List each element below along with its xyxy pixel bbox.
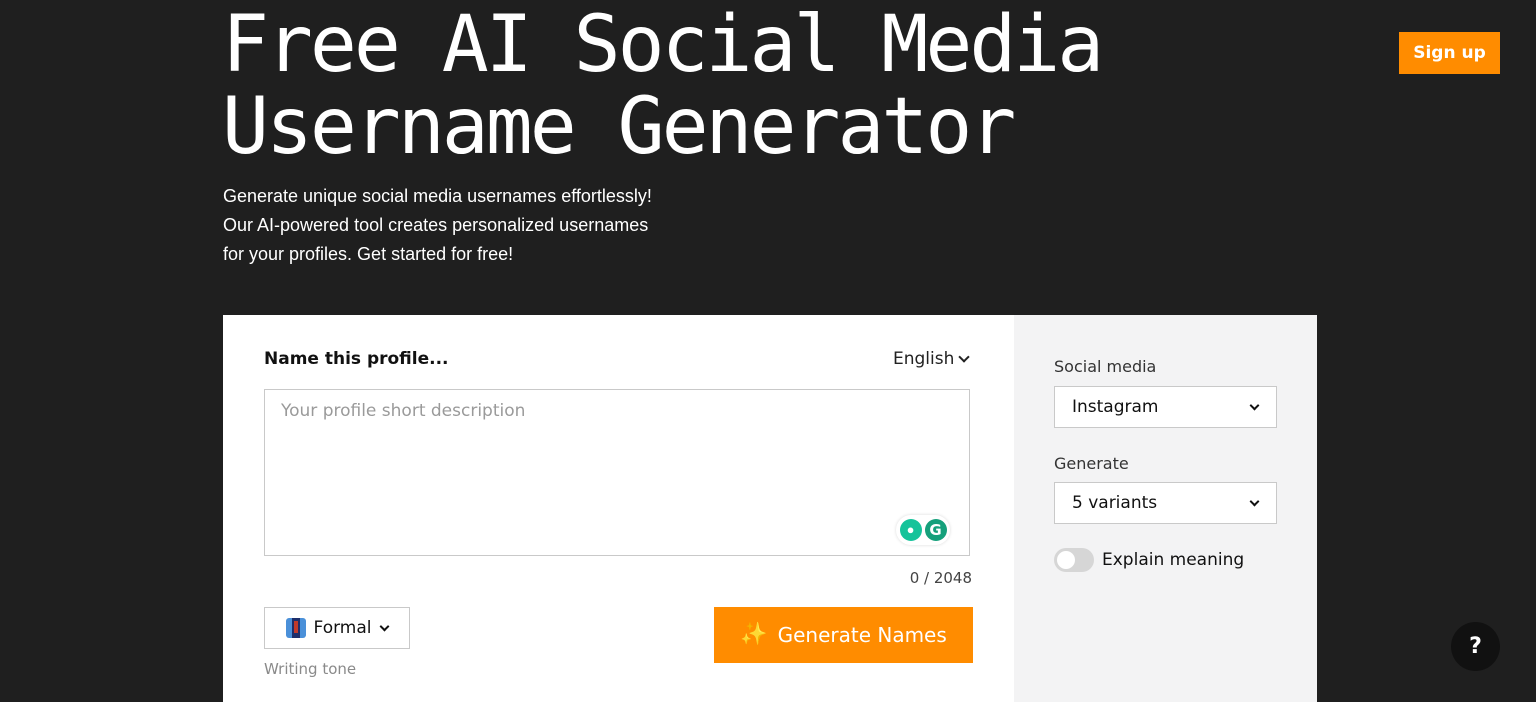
- char-counter: 0 / 2048: [909, 569, 972, 587]
- social-media-select[interactable]: Instagram: [1054, 386, 1277, 428]
- subtitle-line1: Generate unique social media usernames e…: [223, 186, 652, 206]
- variants-label: Generate: [1054, 454, 1129, 473]
- necktie-icon: [285, 618, 306, 638]
- chevron-down-icon: [958, 351, 971, 363]
- social-media-label: Social media: [1054, 357, 1157, 376]
- explain-meaning-row: Explain meaning: [1054, 548, 1244, 572]
- social-media-value: Instagram: [1072, 397, 1159, 417]
- explain-meaning-label: Explain meaning: [1102, 550, 1245, 570]
- generate-names-button[interactable]: ✨ Generate Names: [714, 607, 973, 663]
- generator-main-panel: Name this profile... English ● G 0 / 204…: [223, 315, 1014, 702]
- signup-button[interactable]: Sign up: [1399, 32, 1500, 74]
- options-panel: Social media Instagram Generate 5 varian…: [1014, 315, 1317, 702]
- writing-tone-select[interactable]: Formal: [264, 607, 410, 649]
- generator-card: Name this profile... English ● G 0 / 204…: [223, 315, 1317, 702]
- page-title-line1: Free AI Social Media: [222, 0, 1104, 90]
- help-button[interactable]: ?: [1451, 622, 1500, 671]
- page-subtitle: Generate unique social media usernames e…: [223, 182, 703, 269]
- writing-tone-value: Formal: [313, 618, 372, 638]
- explain-meaning-toggle[interactable]: [1054, 548, 1094, 572]
- page-title-line2: Username Generator: [222, 82, 1016, 172]
- toggle-knob: [1057, 551, 1075, 569]
- writing-tone-caption: Writing tone: [264, 660, 357, 678]
- page-title: Free AI Social Media Username Generator: [222, 0, 1104, 172]
- subtitle-line2: Our AI-powered tool creates personalized…: [223, 215, 649, 235]
- generate-names-label: Generate Names: [777, 623, 947, 647]
- chevron-down-icon: [380, 621, 390, 631]
- page: Free AI Social Media Username Generator …: [0, 0, 1536, 702]
- grammarly-icon[interactable]: G: [924, 519, 947, 541]
- chevron-down-icon: [1249, 496, 1260, 506]
- variants-value: 5 variants: [1072, 493, 1158, 513]
- lightbulb-icon[interactable]: ●: [899, 519, 922, 541]
- subtitle-line3: for your profiles. Get started for free!: [223, 244, 514, 264]
- variants-select[interactable]: 5 variants: [1054, 482, 1277, 524]
- language-select[interactable]: English: [893, 349, 971, 369]
- sparkle-icon: ✨: [740, 622, 768, 647]
- description-box: ● G: [264, 389, 970, 556]
- language-value: English: [893, 349, 955, 369]
- profile-name-label: Name this profile...: [264, 349, 449, 369]
- grammarly-widget[interactable]: ● G: [896, 515, 950, 545]
- profile-description-input[interactable]: [265, 390, 969, 555]
- chevron-down-icon: [1249, 400, 1260, 410]
